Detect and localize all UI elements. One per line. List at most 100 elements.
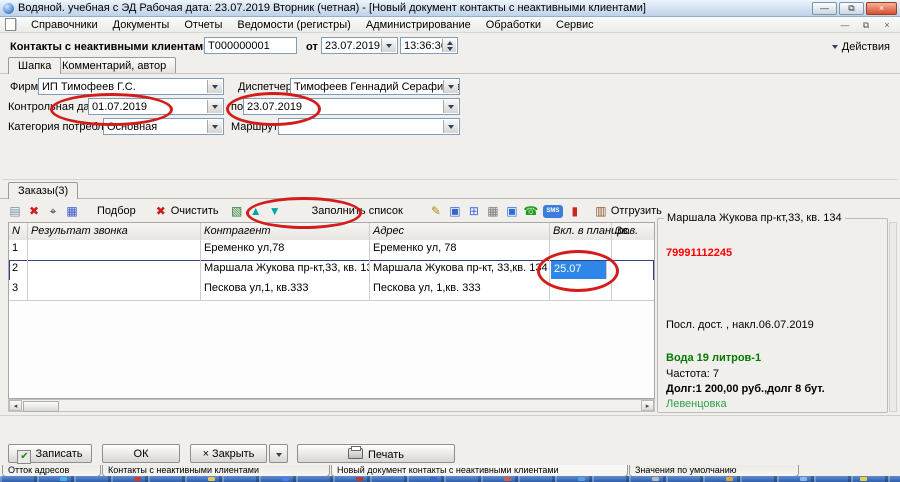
col-header-n[interactable]: N: [9, 223, 28, 240]
cell-result[interactable]: [28, 260, 201, 280]
export-icon[interactable]: ▧: [228, 203, 246, 219]
control-date-from-combo[interactable]: 01.07.2019: [88, 98, 224, 115]
category-dropdown-icon[interactable]: [207, 120, 222, 133]
podbor-button[interactable]: Подбор: [89, 204, 144, 218]
phone-icon[interactable]: ☎: [522, 203, 540, 219]
firm-dropdown-icon[interactable]: [207, 80, 222, 93]
edit-note-icon[interactable]: ✎: [427, 203, 445, 219]
documents-icon[interactable]: ▣: [446, 203, 464, 219]
move-down-icon[interactable]: ▼: [266, 203, 284, 219]
close-doc-button[interactable]: × Закрыть: [190, 444, 267, 463]
cell-contractor[interactable]: Еременко ул,78: [201, 240, 370, 260]
close-options-button[interactable]: [269, 444, 288, 463]
find-icon[interactable]: ⌖: [44, 203, 62, 219]
document-date-field[interactable]: 23.07.2019: [321, 37, 398, 54]
cell-zv[interactable]: [612, 280, 654, 300]
cell-contractor[interactable]: Маршала Жукова пр-кт,33, кв. 134: [201, 260, 370, 280]
date-to-dropdown-icon[interactable]: [443, 100, 458, 113]
exit-icon[interactable]: ▮: [566, 203, 584, 219]
menu-obrabotki[interactable]: Обработки: [486, 19, 541, 31]
table-row[interactable]: 3 Пескова ул,1, кв.333 Пескова ул, 1,кв.…: [9, 280, 654, 301]
minimize-button[interactable]: —: [812, 2, 837, 15]
route-dropdown-icon[interactable]: [443, 120, 458, 133]
child-restore-button[interactable]: ⧉: [857, 19, 875, 33]
scroll-right-icon[interactable]: ▸: [641, 400, 654, 411]
application-window: Водяной. учебная с ЭД Рабочая дата: 23.0…: [0, 0, 900, 482]
orders-table-header: N Результат звонка Контрагент Адрес Вкл.…: [9, 223, 654, 241]
document-icon: [5, 18, 16, 31]
cell-result[interactable]: [28, 240, 201, 260]
cell-planned-selected[interactable]: 25.07: [551, 261, 607, 279]
copy-row-icon[interactable]: ▦: [63, 203, 81, 219]
cell-n[interactable]: 1: [9, 240, 28, 260]
cell-n[interactable]: 3: [9, 280, 28, 300]
cell-address[interactable]: Пескова ул, 1,кв. 333: [370, 280, 550, 300]
cell-result[interactable]: [28, 280, 201, 300]
menu-vedomosti[interactable]: Ведомости (регистры): [237, 19, 350, 31]
cell-zv[interactable]: [612, 260, 654, 280]
clear-icon[interactable]: ✖: [152, 203, 170, 219]
col-header-address[interactable]: Адрес: [370, 223, 550, 240]
route-combo[interactable]: [278, 118, 460, 135]
frequency: Частота: 7: [666, 368, 719, 380]
control-date-to-combo[interactable]: 23.07.2019: [243, 98, 460, 115]
tab-comment-author[interactable]: Комментарий, автор: [52, 57, 176, 73]
dispatcher-combo[interactable]: Тимофеев Геннадий Серафимович: [290, 78, 460, 95]
grid-blue-icon[interactable]: ⊞: [465, 203, 483, 219]
info-panel-scrollbar[interactable]: [889, 222, 897, 412]
table-horizontal-scrollbar[interactable]: ◂ ▸: [8, 399, 655, 412]
col-header-zv[interactable]: Зв.: [612, 223, 654, 240]
document-time-field[interactable]: 13:36:36: [400, 37, 458, 54]
save-button[interactable]: ✔Записать: [8, 444, 92, 463]
cell-address[interactable]: Маршала Жукова пр-кт, 33,кв. 134: [370, 260, 550, 280]
scrollbar-thumb[interactable]: [23, 401, 59, 412]
chevron-down-icon: [832, 45, 838, 49]
menu-spravochniki[interactable]: Справочники: [31, 19, 98, 31]
add-row-icon[interactable]: ▤: [6, 203, 24, 219]
table-row-selected[interactable]: 2 Маршала Жукова пр-кт,33, кв. 134 Марша…: [9, 260, 654, 281]
move-up-icon[interactable]: ▲: [247, 203, 265, 219]
child-close-button[interactable]: ×: [878, 19, 896, 33]
close-button[interactable]: ×: [866, 2, 897, 15]
table-row[interactable]: 1 Еременко ул,78 Еременко ул, 78: [9, 240, 654, 261]
tab-shapka[interactable]: Шапка: [8, 57, 61, 74]
cell-contractor[interactable]: Пескова ул,1, кв.333: [201, 280, 370, 300]
date-dropdown-icon[interactable]: [381, 39, 396, 52]
cell-zv[interactable]: [612, 240, 654, 260]
col-header-contractor[interactable]: Контрагент: [201, 223, 370, 240]
ship-button[interactable]: Отгрузить: [611, 204, 670, 218]
info-panel-title: Маршала Жукова пр-кт,33, кв. 134: [664, 212, 845, 224]
clear-button[interactable]: Очистить: [171, 204, 227, 218]
cell-planned[interactable]: [550, 240, 612, 260]
dispatcher-label: Диспетчер:: [238, 81, 295, 93]
ok-button[interactable]: ОК: [102, 444, 180, 463]
document-number-input[interactable]: [204, 37, 297, 54]
fill-list-button[interactable]: Заполнить список: [304, 204, 411, 218]
child-minimize-button[interactable]: —: [836, 19, 854, 33]
product-name: Вода 19 литров-1: [666, 352, 761, 364]
category-combo[interactable]: Основная: [103, 118, 224, 135]
time-spinner[interactable]: [442, 39, 456, 52]
dispatcher-dropdown-icon[interactable]: [443, 80, 458, 93]
col-header-result[interactable]: Результат звонка: [28, 223, 201, 240]
delete-row-icon[interactable]: ✖: [25, 203, 43, 219]
sms-icon[interactable]: SMS: [543, 205, 563, 218]
firm-combo[interactable]: ИП Тимофеев Г.С.: [38, 78, 224, 95]
menu-servis[interactable]: Сервис: [556, 19, 594, 31]
print-button[interactable]: Печать: [297, 444, 455, 463]
col-header-planned[interactable]: Вкл. в планиров.: [550, 223, 612, 240]
scroll-left-icon[interactable]: ◂: [9, 400, 22, 411]
menu-administrirovanie[interactable]: Администрирование: [366, 19, 471, 31]
tab-orders[interactable]: Заказы(3): [8, 182, 78, 199]
cell-address[interactable]: Еременко ул, 78: [370, 240, 550, 260]
restore-button[interactable]: ⧉: [839, 2, 864, 15]
grid-gray-icon[interactable]: ▦: [484, 203, 502, 219]
cell-planned[interactable]: [550, 280, 612, 300]
ship-icon[interactable]: ▥: [592, 203, 610, 219]
cell-n[interactable]: 2: [9, 260, 28, 280]
menu-dokumenty[interactable]: Документы: [113, 19, 170, 31]
date-from-dropdown-icon[interactable]: [207, 100, 222, 113]
menu-otchety[interactable]: Отчеты: [184, 19, 222, 31]
actions-menu-button[interactable]: Действия: [832, 41, 890, 53]
monitor-icon[interactable]: ▣: [503, 203, 521, 219]
